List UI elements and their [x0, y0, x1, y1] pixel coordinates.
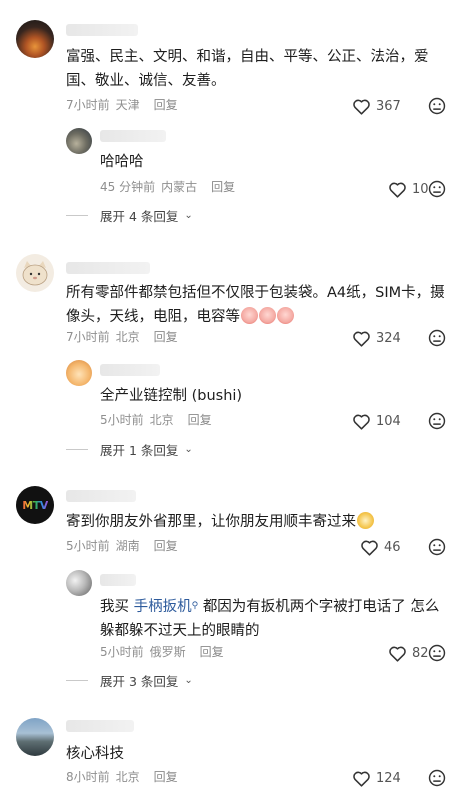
- timestamp: 5小时前: [66, 539, 110, 553]
- username[interactable]: [66, 490, 136, 502]
- reply-button[interactable]: 回复: [200, 645, 224, 659]
- frown-face-icon[interactable]: [428, 329, 446, 347]
- frown-face-icon[interactable]: [428, 412, 446, 430]
- frown-face-icon[interactable]: [428, 644, 446, 662]
- like-button[interactable]: 104: [352, 411, 401, 431]
- expand-replies-button[interactable]: 展开 1 条回复 ⌄: [66, 440, 193, 458]
- location: 俄罗斯: [149, 645, 186, 659]
- comment-text: 寄到你朋友外省那里，让你朋友用顺丰寄过来: [66, 510, 446, 534]
- like-count: 367: [376, 98, 401, 114]
- timestamp: 5小时前: [100, 645, 144, 659]
- like-button[interactable]: 367: [352, 96, 401, 116]
- avatar[interactable]: [16, 718, 54, 756]
- cat-avatar-icon: [22, 261, 48, 286]
- comment-meta: 7小时前 北京 回复: [66, 328, 184, 346]
- location: 北京: [115, 770, 140, 784]
- comment-text: 核心科技: [66, 746, 124, 762]
- laughing-emoji: [277, 307, 294, 324]
- like-count: 10: [412, 181, 429, 197]
- chevron-down-icon: ⌄: [184, 443, 193, 455]
- like-button[interactable]: 324: [352, 328, 401, 348]
- avatar[interactable]: [16, 20, 54, 58]
- avatar[interactable]: [66, 360, 92, 386]
- like-button[interactable]: 82: [388, 643, 429, 663]
- chevron-down-icon: ⌄: [184, 209, 193, 221]
- reply-text: 哈哈哈: [100, 154, 144, 170]
- location: 北京: [115, 330, 140, 344]
- search-icon: ⚲: [191, 601, 199, 611]
- timestamp: 5小时前: [100, 413, 144, 427]
- expand-label: 展开 4 条回复: [100, 208, 179, 224]
- frown-face-icon[interactable]: [428, 538, 446, 556]
- username[interactable]: [100, 364, 160, 376]
- expand-replies-button[interactable]: 展开 4 条回复 ⌄: [66, 206, 193, 224]
- location: 内蒙古: [161, 180, 198, 194]
- heart-outline-icon: [361, 540, 378, 556]
- like-count: 104: [376, 413, 401, 429]
- expand-label: 展开 3 条回复: [100, 673, 179, 689]
- divider: [66, 448, 88, 450]
- location: 天津: [115, 98, 140, 112]
- comment-meta: 7小时前 天津 回复: [66, 96, 184, 114]
- username[interactable]: [100, 130, 166, 142]
- like-button[interactable]: 124: [352, 768, 401, 788]
- reply-button[interactable]: 回复: [211, 180, 235, 194]
- grinning-emoji: [357, 512, 374, 529]
- reply-button[interactable]: 回复: [154, 539, 178, 553]
- timestamp: 7小时前: [66, 98, 110, 112]
- reply-meta: 5小时前 北京 回复: [100, 411, 218, 429]
- like-count: 46: [384, 539, 401, 555]
- comment-thread: 富强、民主、文明、和谐，自由、平等、公正、法治，爱国、敬业、诚信、友善。 7小时…: [0, 0, 460, 232]
- comment-meta: 8小时前 北京 回复: [66, 768, 184, 786]
- expand-replies-button[interactable]: 展开 3 条回复 ⌄: [66, 671, 193, 689]
- username[interactable]: [66, 262, 150, 274]
- avatar[interactable]: [66, 570, 92, 596]
- search-link[interactable]: 手柄扳机⚲: [134, 599, 199, 615]
- username[interactable]: [66, 720, 134, 732]
- reply-button[interactable]: 回复: [154, 98, 178, 112]
- heart-outline-icon: [353, 99, 370, 115]
- comment-text: 所有零部件都禁包括但不仅限于包装袋。A4纸，SIM卡，摄像头，天线，电阻，电容等: [66, 285, 445, 325]
- avatar[interactable]: [66, 128, 92, 154]
- laughing-emoji: [259, 307, 276, 324]
- comment-text: 富强、民主、文明、和谐，自由、平等、公正、法治，爱国、敬业、诚信、友善。: [66, 49, 429, 89]
- reply-meta: 5小时前 俄罗斯 回复: [100, 643, 230, 661]
- avatar[interactable]: MTV: [16, 486, 54, 524]
- reply-button[interactable]: 回复: [154, 330, 178, 344]
- heart-outline-icon: [389, 182, 406, 198]
- heart-outline-icon: [389, 646, 406, 662]
- reply-text: 全产业链控制 (bushi): [100, 388, 243, 404]
- avatar-logo-text: MTV: [22, 498, 48, 512]
- heart-outline-icon: [353, 771, 370, 787]
- reply-text: 我买 手柄扳机⚲ 都因为有扳机两个字被打电话了 怎么躲都躲不过天上的眼睛的: [100, 599, 440, 639]
- reply-button[interactable]: 回复: [188, 413, 212, 427]
- like-button[interactable]: 46: [360, 537, 401, 557]
- frown-face-icon[interactable]: [428, 769, 446, 787]
- timestamp: 7小时前: [66, 330, 110, 344]
- expand-label: 展开 1 条回复: [100, 442, 179, 458]
- divider: [66, 679, 88, 681]
- heart-outline-icon: [353, 331, 370, 347]
- laughing-emoji: [241, 307, 258, 324]
- reply-meta: 45 分钟前 内蒙古 回复: [100, 178, 241, 196]
- like-count: 124: [376, 770, 401, 786]
- frown-face-icon[interactable]: [428, 180, 446, 198]
- like-count: 82: [412, 645, 429, 661]
- frown-face-icon[interactable]: [428, 97, 446, 115]
- timestamp: 8小时前: [66, 770, 110, 784]
- location: 北京: [149, 413, 174, 427]
- chevron-down-icon: ⌄: [184, 674, 193, 686]
- timestamp: 45 分钟前: [100, 180, 156, 194]
- like-button[interactable]: 10: [388, 179, 429, 199]
- username[interactable]: [100, 574, 136, 586]
- divider: [66, 214, 88, 216]
- like-count: 324: [376, 330, 401, 346]
- reply-button[interactable]: 回复: [154, 770, 178, 784]
- username[interactable]: [66, 24, 138, 36]
- avatar[interactable]: [16, 254, 54, 292]
- heart-outline-icon: [353, 414, 370, 430]
- location: 湖南: [115, 539, 140, 553]
- comment-meta: 5小时前 湖南 回复: [66, 537, 184, 555]
